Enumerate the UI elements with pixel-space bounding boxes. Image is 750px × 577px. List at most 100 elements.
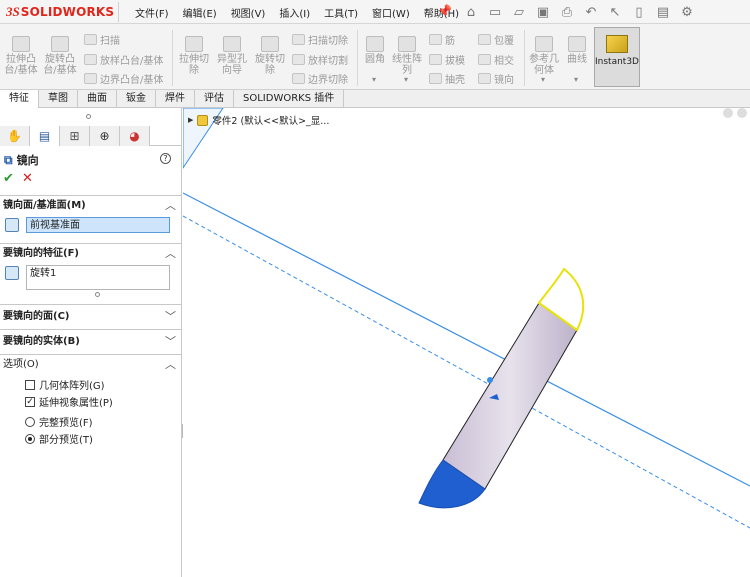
menu-edit[interactable]: 编辑(E) (183, 5, 217, 20)
full-preview-option[interactable]: 完整预览(F) (25, 414, 93, 429)
loft-cut-button[interactable]: 放样切割 (292, 52, 348, 67)
tab-sketch[interactable]: 草图 (39, 90, 78, 108)
propagate-visual-checkbox[interactable]: ✓ (25, 396, 35, 407)
print-icon[interactable]: ⎙ (558, 5, 576, 20)
feature-tree-flyout[interactable]: ▶ 零件2 (默认<<默认>_显... (188, 113, 329, 127)
select-cursor-icon[interactable]: ↖ (606, 5, 624, 20)
ref-geometry-dropdown-icon[interactable]: ▾ (541, 75, 545, 84)
partial-preview-option[interactable]: 部分预览(T) (25, 431, 93, 446)
graphics-viewport[interactable]: ▶ 零件2 (默认<<默认>_显... (183, 108, 750, 577)
home-icon[interactable]: ⌂ (462, 5, 480, 20)
faces-to-mirror-header[interactable]: 要镜向的面(C) ﹀ (0, 305, 182, 329)
cancel-button[interactable]: ✕ (22, 171, 33, 186)
extrude-boss-button[interactable]: 拉伸凸 台/基体 (4, 36, 38, 76)
tab-weldments[interactable]: 焊件 (156, 90, 195, 108)
model-view[interactable] (183, 108, 750, 577)
pin-icon[interactable]: 📌 (437, 4, 452, 18)
menu-window[interactable]: 窗口(W) (372, 5, 410, 20)
rib-button[interactable]: 筋 (429, 32, 455, 47)
view-orientation-icon[interactable] (723, 108, 733, 118)
chevron-up-icon[interactable]: ︿ (165, 196, 176, 216)
boundary-cut-button[interactable]: 边界切除 (292, 71, 348, 86)
loft-boss-button[interactable]: 放样凸台/基体 (84, 52, 163, 67)
bodies-to-mirror-title: 要镜向的实体(B) (3, 336, 80, 347)
chevron-up-icon[interactable]: ︿ (165, 355, 176, 375)
chevron-down-icon[interactable]: ﹀ (165, 330, 176, 354)
crosshair-icon: ⊕ (99, 129, 110, 143)
undo-icon[interactable]: ↶ (582, 5, 600, 20)
draft-button[interactable]: 拔模 (429, 52, 465, 67)
open-folder-icon[interactable]: ▱ (510, 5, 528, 20)
options-gear-icon[interactable]: ⚙ (678, 5, 696, 20)
feature-manager-tab[interactable]: ✋ (0, 126, 30, 146)
menu-insert[interactable]: 插入(I) (279, 5, 310, 20)
rebuild-icon[interactable]: ▯ (630, 5, 648, 20)
chevron-down-icon[interactable]: ﹀ (165, 305, 176, 329)
new-document-icon[interactable]: ▭ (486, 5, 504, 20)
list-item[interactable]: 旋转1 (30, 268, 56, 279)
fillet-dropdown-icon[interactable]: ▾ (372, 75, 376, 84)
tab-surfaces[interactable]: 曲面 (78, 90, 117, 108)
features-to-mirror-list[interactable]: 旋转1 (26, 265, 170, 290)
menu-tools[interactable]: 工具(T) (324, 5, 358, 20)
revolve-cut-button[interactable]: 旋转切 除 (253, 36, 287, 76)
pattern-dropdown-icon[interactable]: ▾ (404, 75, 408, 84)
hole-wizard-button[interactable]: 异型孔 向导 (215, 36, 249, 76)
features-to-mirror-header[interactable]: 要镜向的特征(F) ︿ (0, 244, 182, 264)
geometry-pattern-option[interactable]: 几何体阵列(G) (25, 377, 105, 392)
options-header[interactable]: 选项(O) ︿ (0, 355, 182, 375)
instant3d-button[interactable]: Instant3D (594, 27, 640, 87)
help-icon[interactable]: ? (160, 153, 171, 164)
tab-evaluate[interactable]: 评估 (195, 90, 234, 108)
partial-preview-radio[interactable] (25, 433, 35, 444)
boundary-boss-button[interactable]: 边界凸台/基体 (84, 71, 163, 86)
sweep-cut-button[interactable]: 扫描切除 (292, 32, 348, 47)
property-manager-tab[interactable]: ▤ (30, 126, 60, 146)
intersect-button[interactable]: 相交 (478, 52, 514, 67)
geometry-pattern-label: 几何体阵列(G) (39, 381, 105, 392)
sweep-label: 扫描 (100, 36, 120, 47)
reference-geometry-button[interactable]: 参考几 何体 (528, 36, 560, 76)
ok-button[interactable]: ✔ (3, 171, 14, 186)
geometry-pattern-checkbox[interactable] (25, 379, 35, 390)
solidworks-logo[interactable]: 3S SOLIDWORKS (6, 4, 114, 20)
display-style-icon[interactable] (737, 108, 747, 118)
tab-solidworks-addins[interactable]: SOLIDWORKS 插件 (234, 90, 345, 108)
propagate-visual-option[interactable]: ✓ 延伸视象属性(P) (25, 394, 113, 409)
mirror-label: 镜向 (494, 75, 514, 86)
revolve-body[interactable] (442, 302, 578, 490)
file-properties-icon[interactable]: ▤ (654, 5, 672, 20)
sweep-button[interactable]: 扫描 (84, 32, 120, 47)
configuration-manager-tab[interactable]: ⊞ (60, 126, 90, 146)
panel-collapse-handle[interactable] (86, 114, 91, 119)
dimxpert-manager-tab[interactable]: ⊕ (90, 126, 120, 146)
display-manager-tab[interactable]: ◕ (120, 126, 150, 146)
curves-icon (568, 36, 586, 52)
linear-pattern-button[interactable]: 线性阵 列 (390, 36, 424, 76)
list-resize-handle[interactable] (95, 292, 100, 297)
menu-bar: 文件(F) 编辑(E) 视图(V) 插入(I) 工具(T) 窗口(W) 帮助(H… (135, 5, 459, 20)
curves-button[interactable]: 曲线 (564, 36, 590, 65)
mirror-button[interactable]: 镜向 (478, 71, 514, 86)
fillet-button[interactable]: 圆角 (361, 36, 389, 65)
loft-boss-label: 放样凸台/基体 (100, 56, 164, 67)
extrude-cut-button[interactable]: 拉伸切 除 (177, 36, 211, 76)
mirror-plane-header[interactable]: 镜向面/基准面(M) ︿ (0, 196, 182, 216)
curves-dropdown-icon[interactable]: ▾ (574, 75, 578, 84)
mirror-feature-icon: ⧉ (4, 152, 13, 167)
revolve-boss-button[interactable]: 旋转凸 台/基体 (42, 36, 78, 76)
mirror-plane-field[interactable]: 前视基准面 (26, 217, 170, 233)
expand-arrow-icon[interactable]: ▶ (188, 116, 193, 124)
save-icon[interactable]: ▣ (534, 5, 552, 20)
extrude-boss-label: 拉伸凸 台/基体 (4, 54, 38, 76)
ds-logo-mark: 3S (6, 4, 20, 19)
menu-view[interactable]: 视图(V) (231, 5, 266, 20)
menu-file[interactable]: 文件(F) (135, 5, 169, 20)
tab-features[interactable]: 特征 (0, 90, 39, 108)
full-preview-radio[interactable] (25, 416, 35, 427)
shell-button[interactable]: 抽壳 (429, 71, 465, 86)
tab-sheet-metal[interactable]: 钣金 (117, 90, 156, 108)
wrap-button[interactable]: 包覆 (478, 32, 514, 47)
bodies-to-mirror-header[interactable]: 要镜向的实体(B) ﹀ (0, 330, 182, 354)
chevron-up-icon[interactable]: ︿ (165, 244, 176, 264)
